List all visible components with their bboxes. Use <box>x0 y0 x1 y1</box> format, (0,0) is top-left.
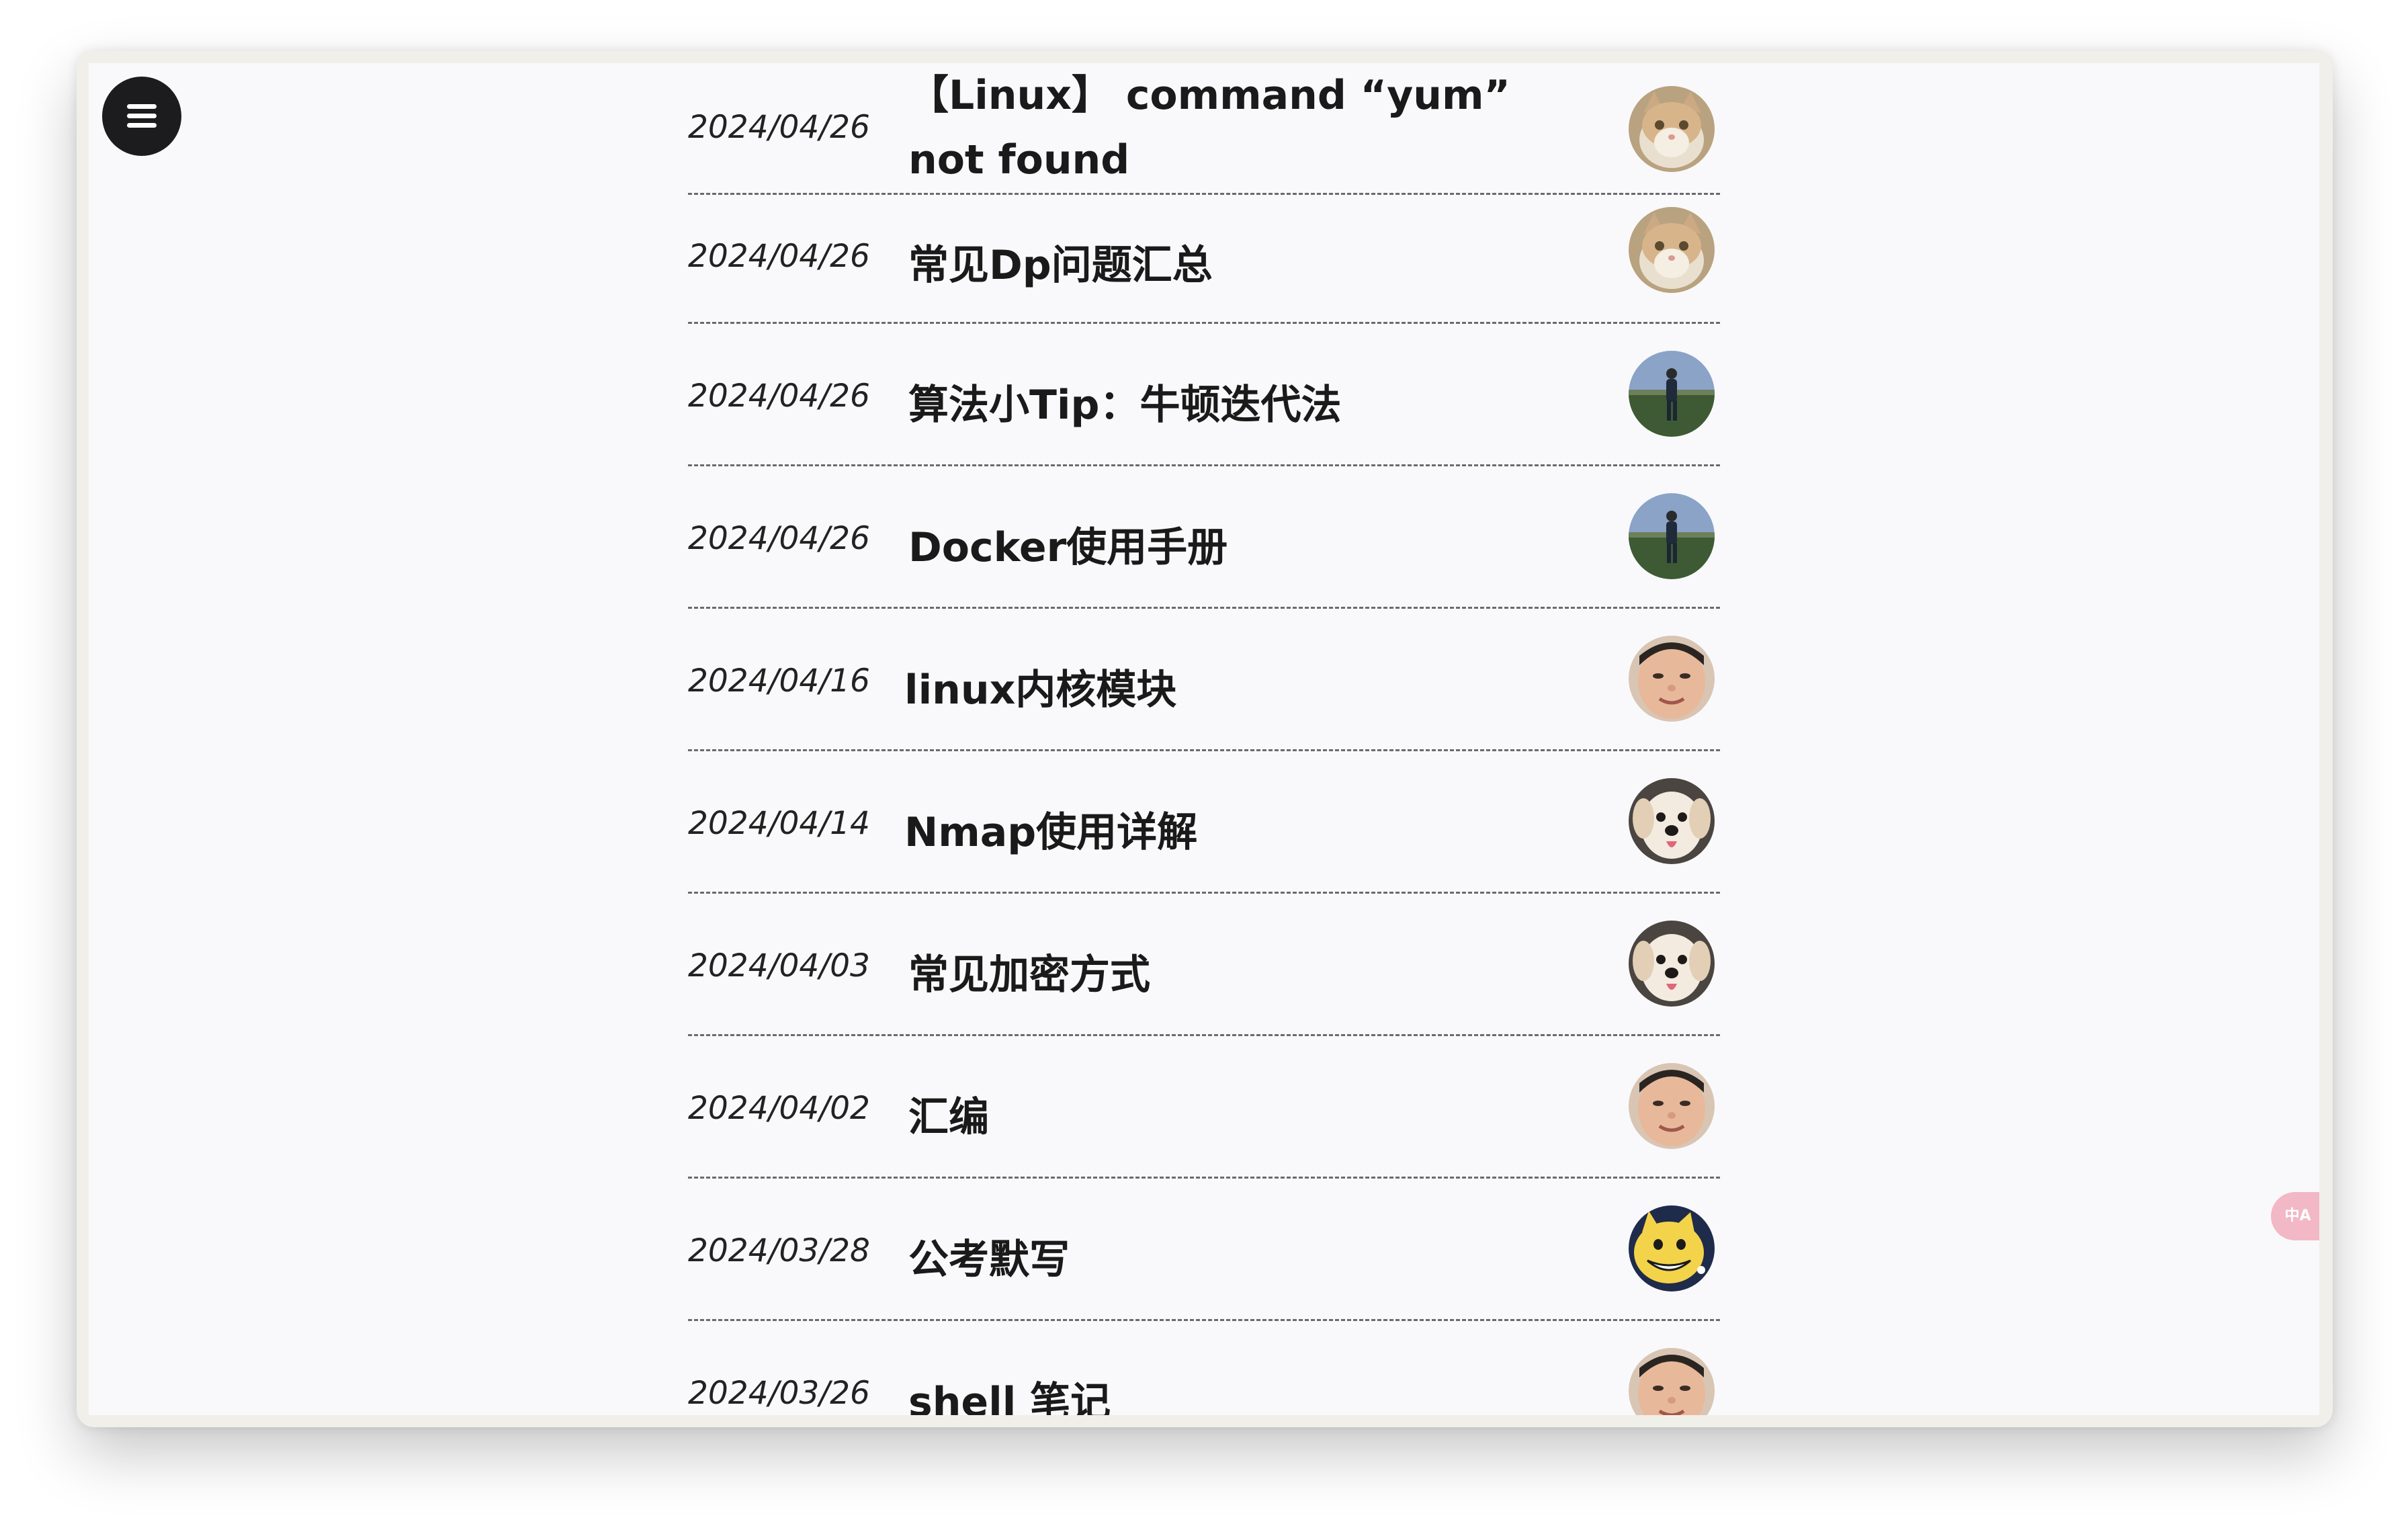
face-avatar-icon[interactable] <box>1629 1063 1715 1149</box>
post-row[interactable]: 2024/04/26 算法小Tip：牛顿迭代法 <box>688 324 1720 466</box>
post-row[interactable]: 2024/04/14 Nmap使用详解 <box>688 751 1720 894</box>
post-row[interactable]: 2024/04/16 linux内核模块 <box>688 609 1720 751</box>
post-date: 2024/04/14 <box>688 805 870 842</box>
post-date: 2024/03/26 <box>688 1375 870 1412</box>
post-date: 2024/04/26 <box>688 238 870 275</box>
post-title-link[interactable]: Docker使用手册 <box>908 515 1228 573</box>
post-title-link[interactable]: shell 笔记 <box>908 1369 1111 1415</box>
face-avatar-icon[interactable] <box>1629 1348 1715 1415</box>
post-row[interactable]: 2024/04/26 【Linux】 command “yum” not fou… <box>688 63 1720 195</box>
post-title-link[interactable]: linux内核模块 <box>904 657 1176 716</box>
cartoon-avatar-icon[interactable] <box>1629 1205 1715 1291</box>
post-date: 2024/04/26 <box>688 109 870 146</box>
page-viewport: 2024/04/26 【Linux】 command “yum” not fou… <box>89 63 2319 1415</box>
face-avatar-icon[interactable] <box>1629 636 1715 722</box>
post-row[interactable]: 2024/04/03 常见加密方式 <box>688 894 1720 1036</box>
person-field-avatar-icon[interactable] <box>1629 493 1715 579</box>
translate-icon: 中A <box>2284 1207 2311 1224</box>
post-title-link[interactable]: 算法小Tip：牛顿迭代法 <box>908 372 1341 431</box>
post-row[interactable]: 2024/04/02 汇编 <box>688 1036 1720 1179</box>
translate-extension-tab[interactable]: 中A <box>2271 1192 2319 1240</box>
post-title-link[interactable]: 汇编 <box>908 1085 989 1143</box>
post-title-link[interactable]: Nmap使用详解 <box>904 800 1197 858</box>
cat-avatar-icon[interactable] <box>1629 207 1715 293</box>
post-row[interactable]: 2024/03/28 公考默写 <box>688 1179 1720 1321</box>
post-date: 2024/04/26 <box>688 378 870 415</box>
post-title-link[interactable]: 【Linux】 command “yum” not found <box>908 63 1567 192</box>
person-field-avatar-icon[interactable] <box>1629 351 1715 437</box>
hamburger-menu-icon <box>127 104 157 128</box>
post-date: 2024/04/02 <box>688 1090 870 1127</box>
post-row[interactable]: 2024/04/26 常见Dp问题汇总 <box>688 195 1720 324</box>
post-title-link[interactable]: 常见Dp问题汇总 <box>908 232 1213 291</box>
post-date: 2024/04/16 <box>688 663 870 699</box>
puppy-avatar-icon[interactable] <box>1629 778 1715 864</box>
puppy-avatar-icon[interactable] <box>1629 921 1715 1007</box>
post-row[interactable]: 2024/04/26 Docker使用手册 <box>688 466 1720 609</box>
post-row[interactable]: 2024/03/26 shell 笔记 <box>688 1321 1720 1415</box>
post-title-link[interactable]: 常见加密方式 <box>908 942 1150 1001</box>
post-date: 2024/03/28 <box>688 1232 870 1269</box>
menu-button[interactable] <box>102 77 181 156</box>
cat-avatar-icon[interactable] <box>1629 86 1715 172</box>
post-date: 2024/04/26 <box>688 520 870 557</box>
post-date: 2024/04/03 <box>688 947 870 984</box>
post-title-link[interactable]: 公考默写 <box>908 1227 1070 1285</box>
